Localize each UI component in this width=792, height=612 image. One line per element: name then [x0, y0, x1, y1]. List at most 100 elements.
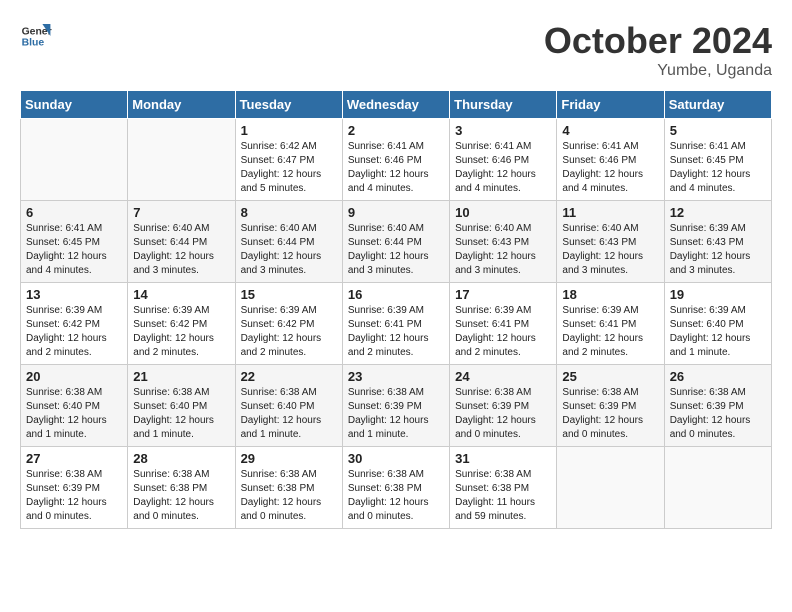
calendar-cell: 14Sunrise: 6:39 AM Sunset: 6:42 PM Dayli…: [128, 283, 235, 365]
day-number: 11: [562, 205, 658, 220]
calendar-cell: 24Sunrise: 6:38 AM Sunset: 6:39 PM Dayli…: [450, 365, 557, 447]
calendar-table: SundayMondayTuesdayWednesdayThursdayFrid…: [20, 90, 772, 529]
calendar-cell: 22 Sunrise: 6:38 AM Sunset: 6:40 PM Dayli…: [235, 365, 342, 447]
cell-info: Sunrise: 6:42 AM Sunset: 6:47 PM Dayligh…: [241, 140, 337, 196]
calendar-cell: 5 Sunrise: 6:41 AM Sunset: 6:45 PM Daylig…: [664, 119, 771, 201]
weekday-header: Sunday: [21, 91, 128, 119]
calendar-cell: 19 Sunrise: 6:39 AM Sunset: 6:40 PM Dayli…: [664, 283, 771, 365]
day-number: 30: [348, 451, 444, 466]
cell-info: Sunrise: 6:41 AM Sunset: 6:46 PM Dayligh…: [348, 140, 444, 196]
calendar-cell: 17Sunrise: 6:39 AM Sunset: 6:41 PM Dayli…: [450, 283, 557, 365]
day-number: 20: [26, 369, 122, 384]
day-number: 21: [133, 369, 229, 384]
calendar-week-row: 20 Sunrise: 6:38 AM Sunset: 6:40 PM Dayli…: [21, 365, 772, 447]
day-number: 1: [241, 123, 337, 138]
calendar-cell: 16Sunrise: 6:39 AM Sunset: 6:41 PM Dayli…: [342, 283, 449, 365]
calendar-cell: 1 Sunrise: 6:42 AM Sunset: 6:47 PM Daylig…: [235, 119, 342, 201]
day-number: 3: [455, 123, 551, 138]
calendar-week-row: 13 Sunrise: 6:39 AM Sunset: 6:42 PM Dayli…: [21, 283, 772, 365]
calendar-week-row: 27Sunrise: 6:38 AM Sunset: 6:39 PM Dayli…: [21, 447, 772, 529]
calendar-cell: 18Sunrise: 6:39 AM Sunset: 6:41 PM Dayli…: [557, 283, 664, 365]
weekday-header: Tuesday: [235, 91, 342, 119]
calendar-cell: [21, 119, 128, 201]
cell-info: Sunrise: 6:41 AM Sunset: 6:45 PM Dayligh…: [670, 140, 766, 196]
cell-info: Sunrise: 6:40 AM Sunset: 6:44 PM Dayligh…: [133, 222, 229, 278]
cell-info: Sunrise: 6:38 AM Sunset: 6:40 PM Dayligh…: [26, 386, 122, 442]
day-number: 6: [26, 205, 122, 220]
calendar-week-row: 6 Sunrise: 6:41 AM Sunset: 6:45 PM Daylig…: [21, 201, 772, 283]
day-number: 4: [562, 123, 658, 138]
svg-text:Blue: Blue: [22, 38, 45, 49]
cell-info: Sunrise: 6:40 AM Sunset: 6:44 PM Dayligh…: [348, 222, 444, 278]
weekday-header: Saturday: [664, 91, 771, 119]
calendar-cell: 15 Sunrise: 6:39 AM Sunset: 6:42 PM Dayli…: [235, 283, 342, 365]
day-number: 7: [133, 205, 229, 220]
cell-info: Sunrise: 6:39 AM Sunset: 6:42 PM Dayligh…: [26, 304, 122, 360]
cell-info: Sunrise: 6:38 AM Sunset: 6:39 PM Dayligh…: [455, 386, 551, 442]
cell-info: Sunrise: 6:38 AM Sunset: 6:39 PM Dayligh…: [670, 386, 766, 442]
logo: General Blue: [20, 20, 52, 52]
weekday-header: Monday: [128, 91, 235, 119]
cell-info: Sunrise: 6:38 AM Sunset: 6:38 PM Dayligh…: [133, 468, 229, 524]
cell-info: Sunrise: 6:38 AM Sunset: 6:40 PM Dayligh…: [241, 386, 337, 442]
calendar-cell: 28 Sunrise: 6:38 AM Sunset: 6:38 PM Dayli…: [128, 447, 235, 529]
day-number: 2: [348, 123, 444, 138]
calendar-cell: 20 Sunrise: 6:38 AM Sunset: 6:40 PM Dayli…: [21, 365, 128, 447]
day-number: 18: [562, 287, 658, 302]
calendar-cell: 30 Sunrise: 6:38 AM Sunset: 6:38 PM Dayli…: [342, 447, 449, 529]
cell-info: Sunrise: 6:39 AM Sunset: 6:40 PM Dayligh…: [670, 304, 766, 360]
calendar-cell: 11Sunrise: 6:40 AM Sunset: 6:43 PM Dayli…: [557, 201, 664, 283]
cell-info: Sunrise: 6:38 AM Sunset: 6:39 PM Dayligh…: [348, 386, 444, 442]
calendar-cell: [557, 447, 664, 529]
day-number: 9: [348, 205, 444, 220]
cell-info: Sunrise: 6:41 AM Sunset: 6:45 PM Dayligh…: [26, 222, 122, 278]
calendar-cell: 23 Sunrise: 6:38 AM Sunset: 6:39 PM Dayli…: [342, 365, 449, 447]
calendar-cell: 21 Sunrise: 6:38 AM Sunset: 6:40 PM Dayli…: [128, 365, 235, 447]
cell-info: Sunrise: 6:39 AM Sunset: 6:42 PM Dayligh…: [241, 304, 337, 360]
cell-info: Sunrise: 6:40 AM Sunset: 6:44 PM Dayligh…: [241, 222, 337, 278]
calendar-cell: 12 Sunrise: 6:39 AM Sunset: 6:43 PM Dayli…: [664, 201, 771, 283]
calendar-cell: 2 Sunrise: 6:41 AM Sunset: 6:46 PM Daylig…: [342, 119, 449, 201]
calendar-cell: 9 Sunrise: 6:40 AM Sunset: 6:44 PM Daylig…: [342, 201, 449, 283]
weekday-header: Thursday: [450, 91, 557, 119]
day-number: 29: [241, 451, 337, 466]
day-number: 15: [241, 287, 337, 302]
calendar-cell: 8Sunrise: 6:40 AM Sunset: 6:44 PM Daylig…: [235, 201, 342, 283]
cell-info: Sunrise: 6:40 AM Sunset: 6:43 PM Dayligh…: [455, 222, 551, 278]
cell-info: Sunrise: 6:38 AM Sunset: 6:38 PM Dayligh…: [241, 468, 337, 524]
title-block: October 2024 Yumbe, Uganda: [544, 20, 772, 80]
calendar-cell: 3 Sunrise: 6:41 AM Sunset: 6:46 PM Daylig…: [450, 119, 557, 201]
day-number: 19: [670, 287, 766, 302]
day-number: 16: [348, 287, 444, 302]
cell-info: Sunrise: 6:38 AM Sunset: 6:38 PM Dayligh…: [348, 468, 444, 524]
day-number: 22: [241, 369, 337, 384]
cell-info: Sunrise: 6:39 AM Sunset: 6:42 PM Dayligh…: [133, 304, 229, 360]
calendar-cell: 26 Sunrise: 6:38 AM Sunset: 6:39 PM Dayli…: [664, 365, 771, 447]
day-number: 12: [670, 205, 766, 220]
calendar-cell: [664, 447, 771, 529]
day-number: 13: [26, 287, 122, 302]
calendar-cell: 25Sunrise: 6:38 AM Sunset: 6:39 PM Dayli…: [557, 365, 664, 447]
calendar-week-row: 1 Sunrise: 6:42 AM Sunset: 6:47 PM Daylig…: [21, 119, 772, 201]
calendar-cell: 6 Sunrise: 6:41 AM Sunset: 6:45 PM Daylig…: [21, 201, 128, 283]
cell-info: Sunrise: 6:41 AM Sunset: 6:46 PM Dayligh…: [455, 140, 551, 196]
calendar-cell: 7 Sunrise: 6:40 AM Sunset: 6:44 PM Daylig…: [128, 201, 235, 283]
cell-info: Sunrise: 6:39 AM Sunset: 6:43 PM Dayligh…: [670, 222, 766, 278]
logo-icon: General Blue: [20, 20, 52, 52]
calendar-cell: 31Sunrise: 6:38 AM Sunset: 6:38 PM Dayli…: [450, 447, 557, 529]
day-number: 27: [26, 451, 122, 466]
day-number: 23: [348, 369, 444, 384]
cell-info: Sunrise: 6:41 AM Sunset: 6:46 PM Dayligh…: [562, 140, 658, 196]
day-number: 25: [562, 369, 658, 384]
weekday-header: Wednesday: [342, 91, 449, 119]
header-row: SundayMondayTuesdayWednesdayThursdayFrid…: [21, 91, 772, 119]
day-number: 10: [455, 205, 551, 220]
day-number: 28: [133, 451, 229, 466]
page-header: General Blue October 2024 Yumbe, Uganda: [20, 20, 772, 80]
day-number: 17: [455, 287, 551, 302]
day-number: 5: [670, 123, 766, 138]
day-number: 26: [670, 369, 766, 384]
cell-info: Sunrise: 6:38 AM Sunset: 6:40 PM Dayligh…: [133, 386, 229, 442]
calendar-cell: 10 Sunrise: 6:40 AM Sunset: 6:43 PM Dayli…: [450, 201, 557, 283]
calendar-cell: 29 Sunrise: 6:38 AM Sunset: 6:38 PM Dayli…: [235, 447, 342, 529]
